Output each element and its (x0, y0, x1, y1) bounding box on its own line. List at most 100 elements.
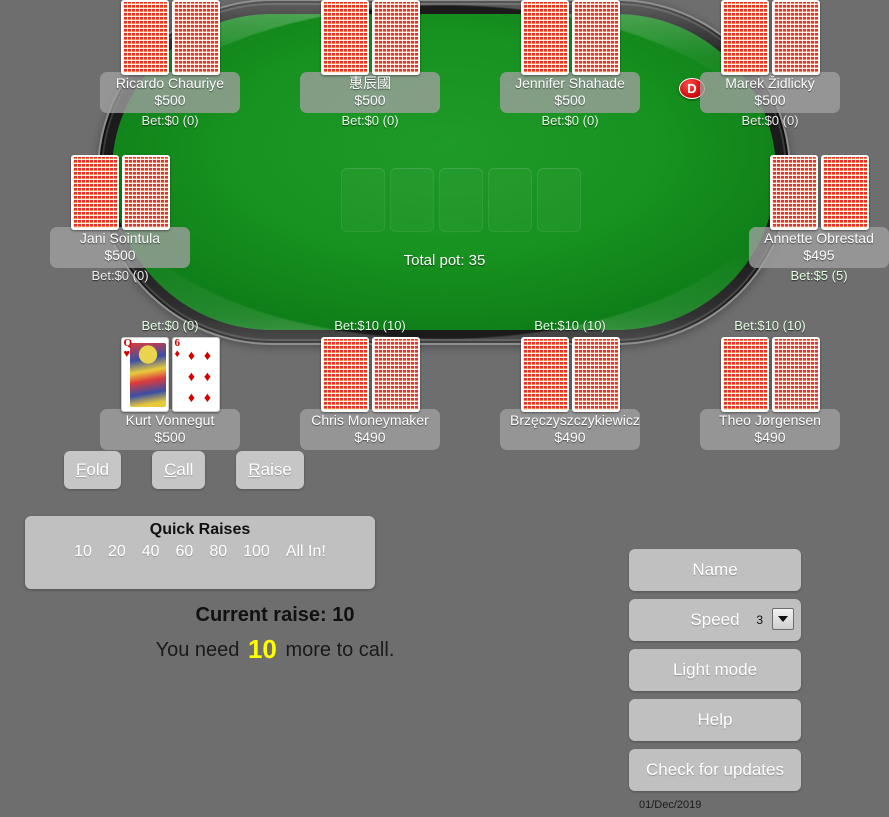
player-stack: $500 (154, 92, 186, 108)
quick-raises-list: 10 20 40 60 80 100 All In! (25, 543, 375, 561)
card-pip-diamond-icon: ♦ (187, 367, 196, 384)
card-back (820, 155, 869, 230)
raise-button[interactable]: Raise (236, 451, 304, 489)
name-button[interactable]: Name (629, 549, 801, 591)
speed-button[interactable]: Speed 3 (629, 599, 801, 641)
need-suffix: more to call. (279, 639, 395, 661)
hole-card-six-of-diamonds: ♦ ♦ ♦ ♦ ♦ ♦ 6 ♦ (171, 337, 220, 412)
poker-table-area: Total pot: 35 D Ricardo Chauriye $500 Be… (0, 0, 889, 450)
card-back (520, 0, 569, 75)
player-stack: $500 (354, 92, 386, 108)
seat-jani-sointula[interactable]: Jani Sointula $500 Bet:$0 (0) (50, 155, 190, 283)
help-button[interactable]: Help (629, 699, 801, 741)
seat-chris-moneymaker[interactable]: Bet:$10 (10) Chris Moneymaker $490 (300, 318, 440, 450)
community-card-slot (341, 168, 385, 232)
card-back (371, 0, 420, 75)
community-cards (341, 168, 581, 232)
player-name: Jani Sointula (79, 230, 161, 246)
quick-raise-option-all-in[interactable]: All In! (286, 543, 326, 561)
hand-cards (749, 155, 889, 230)
quick-raise-option[interactable]: 100 (243, 543, 270, 561)
hole-card-queen-of-hearts: Q ♥ (120, 337, 169, 412)
player-nameplate: 惠辰國 $500 (300, 72, 440, 113)
hand-cards (700, 0, 840, 75)
right-menu: Name Speed 3 Light mode Help Check for u… (629, 549, 801, 791)
community-card-slot (537, 168, 581, 232)
card-back (720, 337, 769, 412)
need-to-call-label: You need 10 more to call. (0, 634, 550, 665)
player-stack: $500 (554, 92, 586, 108)
quick-raise-option[interactable]: 80 (209, 543, 227, 561)
chevron-down-icon[interactable] (772, 608, 794, 630)
player-name: Annette Obrestad (764, 230, 874, 246)
quick-raise-option[interactable]: 60 (176, 543, 194, 561)
card-back (771, 337, 820, 412)
fold-button[interactable]: Fold (64, 451, 122, 489)
player-nameplate: Jennifer Shahade $500 (500, 72, 640, 113)
light-mode-button[interactable]: Light mode (629, 649, 801, 691)
need-prefix: You need (155, 639, 245, 661)
need-amount: 10 (247, 634, 277, 664)
community-card-slot (390, 168, 434, 232)
quick-raises-panel: Quick Raises 10 20 40 60 80 100 All In! (25, 516, 375, 589)
player-name: Brzęczyszczykiewicz (510, 412, 640, 428)
community-card-slot (488, 168, 532, 232)
quick-raise-option[interactable]: 40 (142, 543, 160, 561)
card-corner-rank: 6 ♦ (174, 338, 181, 360)
card-pip-diamond-icon: ♦ (187, 346, 196, 363)
player-stack: $490 (554, 429, 586, 445)
card-back (320, 337, 369, 412)
card-pip-diamond-icon: ♦ (187, 389, 196, 406)
player-bet: Bet:$10 (10) (734, 318, 806, 333)
seat-ricardo-chauriye[interactable]: Ricardo Chauriye $500 Bet:$0 (0) (100, 0, 240, 128)
hand-cards (300, 0, 440, 75)
player-bet: Bet:$0 (0) (141, 318, 199, 333)
hand-cards (700, 337, 840, 412)
card-suit-diamond-icon: ♦ (174, 348, 181, 360)
player-nameplate: Chris Moneymaker $490 (300, 409, 440, 450)
hand-cards (50, 155, 190, 230)
hand-cards: Q ♥ ♦ ♦ ♦ ♦ ♦ ♦ 6 ♦ (100, 337, 240, 412)
card-back (371, 337, 420, 412)
player-name: Jennifer Shahade (515, 75, 625, 91)
seat-jennifer-shahade[interactable]: Jennifer Shahade $500 Bet:$0 (0) (500, 0, 640, 128)
speed-label: Speed (690, 610, 740, 629)
current-raise-label: Current raise: 10 (195, 604, 355, 626)
seat-marek-zidlicky[interactable]: Marek Židlický $500 Bet:$0 (0) (700, 0, 840, 128)
hand-cards (500, 0, 640, 75)
quick-raise-option[interactable]: 20 (108, 543, 126, 561)
card-pips: ♦ ♦ ♦ ♦ ♦ ♦ (184, 344, 216, 408)
seat-theo-jorgensen[interactable]: Bet:$10 (10) Theo Jørgensen $490 (700, 318, 840, 450)
build-date: 01/Dec/2019 (639, 799, 702, 811)
player-stack: $495 (803, 247, 835, 263)
card-pip-diamond-icon: ♦ (203, 389, 212, 406)
seat-annette-obrestad[interactable]: Annette Obrestad $495 Bet:$5 (5) (749, 155, 889, 283)
call-accel-key: C (164, 460, 177, 479)
player-bet: Bet:$5 (5) (790, 268, 848, 283)
card-pip-diamond-icon: ♦ (203, 367, 212, 384)
card-back (571, 337, 620, 412)
check-for-updates-button[interactable]: Check for updates (629, 749, 801, 791)
caret-shape (778, 616, 788, 622)
player-nameplate: Ricardo Chauriye $500 (100, 72, 240, 113)
seat-hui-chen-guo[interactable]: 惠辰國 $500 Bet:$0 (0) (300, 0, 440, 128)
fold-label-rest: old (86, 460, 110, 479)
player-name: Marek Židlický (725, 75, 815, 91)
action-buttons: Fold Call Raise (64, 451, 304, 489)
seat-kurt-vonnegut[interactable]: Bet:$0 (0) Q ♥ ♦ ♦ ♦ ♦ ♦ ♦ 6 ♦ Kurt Vonn… (100, 318, 240, 450)
card-pip-diamond-icon: ♦ (203, 346, 212, 363)
card-suit-heart-icon: ♥ (123, 348, 131, 360)
call-label-rest: all (176, 460, 194, 479)
call-button[interactable]: Call (152, 451, 206, 489)
card-back (769, 155, 818, 230)
player-stack: $500 (154, 429, 186, 445)
hand-cards (500, 337, 640, 412)
card-corner-rank: Q ♥ (123, 338, 133, 360)
player-name: Theo Jørgensen (719, 412, 821, 428)
card-back (771, 0, 820, 75)
raise-label-rest: aise (260, 460, 292, 479)
quick-raise-option[interactable]: 10 (74, 543, 92, 561)
player-bet: Bet:$0 (0) (91, 268, 149, 283)
player-bet: Bet:$0 (0) (741, 113, 799, 128)
seat-brzeczyszczykiewicz[interactable]: Bet:$10 (10) Brzęczyszczykiewicz $490 (500, 318, 640, 450)
